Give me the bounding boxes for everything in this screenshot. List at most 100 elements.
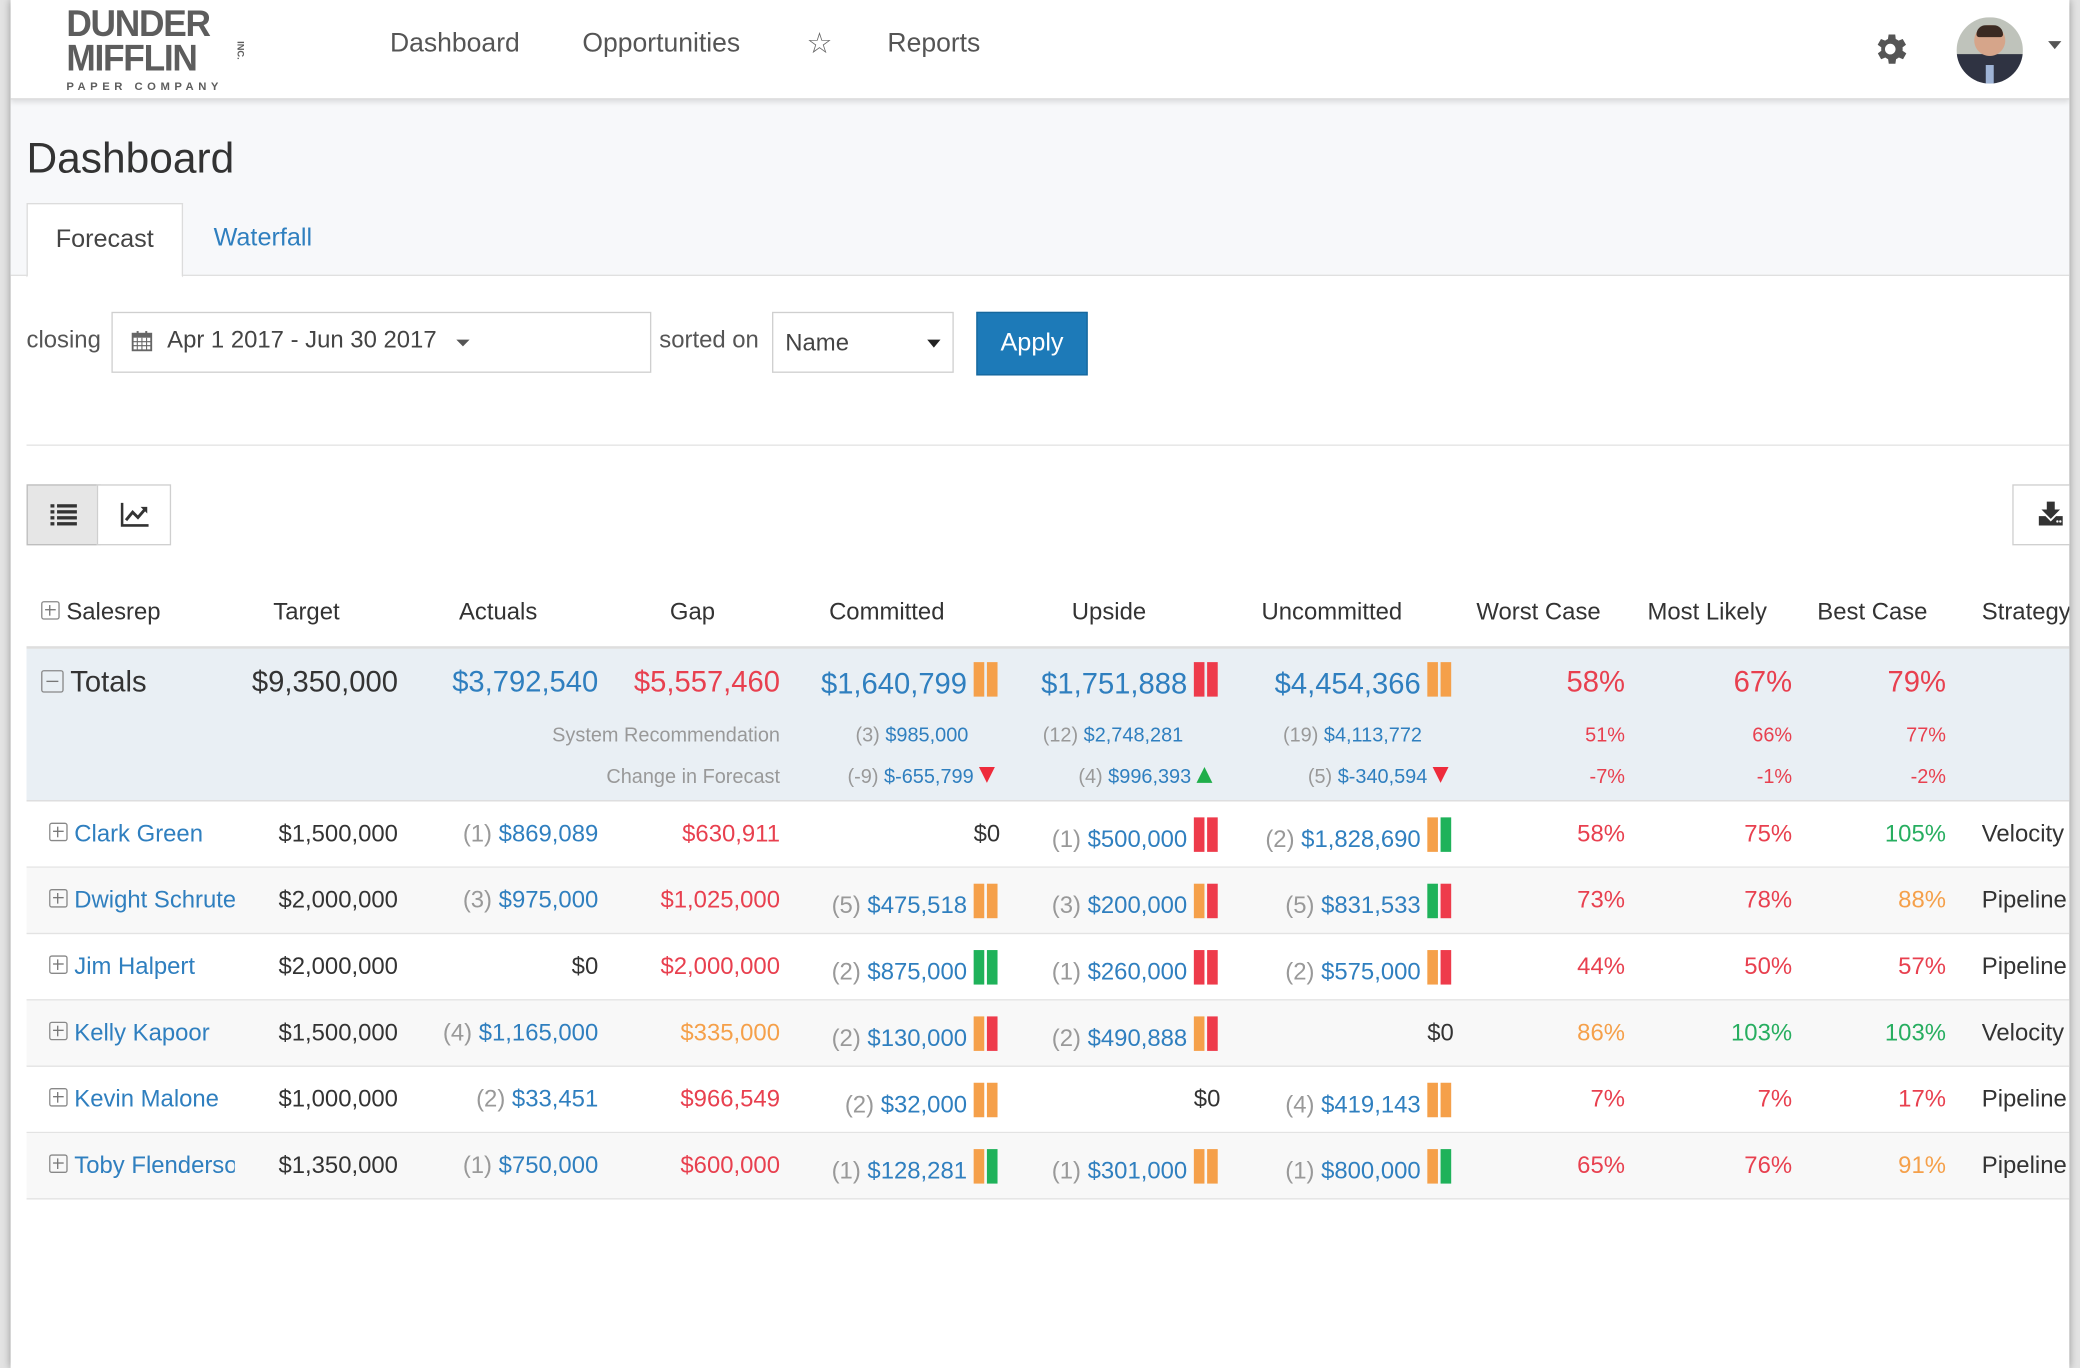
salesrep-name[interactable]: Clark Green <box>49 820 235 848</box>
actuals-cell[interactable]: (2) $33,451 <box>476 1085 598 1113</box>
change-likely: -1% <box>1756 765 1793 789</box>
actuals-cell[interactable]: (1) $750,000 <box>463 1152 598 1180</box>
user-menu-caret-icon[interactable] <box>2048 41 2062 50</box>
salesrep-name[interactable]: Jim Halpert <box>49 953 235 981</box>
uncommitted-cell[interactable]: (2) $1,828,690 <box>1265 817 1454 861</box>
change-committed[interactable]: (-9) $-655,799 <box>848 766 995 788</box>
committed-cell[interactable]: (2) $130,000 <box>832 1016 1001 1060</box>
date-range-picker[interactable]: Apr 1 2017 - Jun 30 2017 <box>111 311 652 373</box>
worst-case-cell: 73% <box>1577 886 1625 913</box>
list-view-button[interactable] <box>26 484 101 546</box>
column-header-target[interactable]: Target <box>273 598 339 626</box>
committed-cell[interactable]: (1) $128,281 <box>832 1149 1001 1193</box>
download-button[interactable] <box>2012 484 2070 546</box>
column-header-gap[interactable]: Gap <box>670 598 715 626</box>
sysrec-upside[interactable]: (12) $2,748,281 <box>1043 724 1184 747</box>
count: (4) <box>1078 765 1103 789</box>
upside-cell[interactable]: (1) $260,000 <box>1052 950 1221 994</box>
expand-row-icon[interactable] <box>49 955 68 975</box>
actuals-cell[interactable]: (3) $975,000 <box>463 886 598 914</box>
sysrec-best: 77% <box>1906 724 1946 748</box>
committed-cell[interactable]: (2) $32,000 <box>844 1082 1000 1126</box>
totals-upside[interactable]: $1,751,888 <box>1041 662 1220 707</box>
committed-cell[interactable]: $0 <box>974 820 1001 848</box>
column-header-worst-case[interactable]: Worst Case <box>1476 598 1600 626</box>
chart-view-button[interactable] <box>96 484 172 546</box>
change-in-forecast-label: Change in Forecast <box>606 765 780 789</box>
change-upside[interactable]: (4) $996,393 <box>1078 765 1213 789</box>
target-cell: $2,000,000 <box>278 952 398 980</box>
nav-dashboard[interactable]: Dashboard <box>390 29 520 60</box>
target-cell: $1,500,000 <box>278 1019 398 1046</box>
committed-cell[interactable]: (5) $475,518 <box>832 883 1001 927</box>
star-outline-icon[interactable]: ☆ <box>807 27 833 61</box>
avatar[interactable] <box>1956 17 2023 84</box>
best-case-cell: 57% <box>1898 952 1946 980</box>
company-logo[interactable]: DUNDER MIFFLIN PAPER COMPANY INC. <box>66 5 252 95</box>
status-bar-red <box>1440 950 1452 985</box>
count: (2) <box>844 1091 875 1118</box>
collapse-icon[interactable] <box>41 669 64 693</box>
upside-cell[interactable]: (3) $200,000 <box>1052 883 1221 927</box>
nav-opportunities[interactable]: Opportunities <box>582 29 740 60</box>
strategy-cell: Pipeline <box>1981 1085 2067 1112</box>
sysrec-uncommitted[interactable]: (19) $4,113,772 <box>1283 724 1422 747</box>
value: $975,000 <box>498 886 599 913</box>
actuals-cell[interactable]: (4) $1,165,000 <box>443 1019 598 1047</box>
salesrep-name-text: Kelly Kapoor <box>74 1019 210 1046</box>
upside-cell[interactable]: (1) $301,000 <box>1051 1149 1221 1193</box>
column-header-actuals[interactable]: Actuals <box>459 598 537 626</box>
expand-row-icon[interactable] <box>49 1088 68 1107</box>
status-bar-red <box>1207 1016 1218 1051</box>
expand-row-icon[interactable] <box>49 823 68 842</box>
status-bar-orange <box>986 883 998 919</box>
salesrep-name[interactable]: Dwight Schrute <box>49 886 235 914</box>
totals-worst-case: 58% <box>1566 664 1625 698</box>
totals-best-case: 79% <box>1887 664 1946 698</box>
status-bar-orange <box>986 1082 998 1118</box>
committed-cell[interactable]: (2) $875,000 <box>832 950 1001 994</box>
tab-waterfall[interactable]: Waterfall <box>186 203 340 275</box>
tab-forecast[interactable]: Forecast <box>26 203 184 278</box>
uncommitted-cell[interactable]: (5) $831,533 <box>1285 883 1454 927</box>
apply-button[interactable]: Apply <box>976 311 1088 376</box>
target-cell: $2,000,000 <box>278 886 398 913</box>
column-header-most-likely[interactable]: Most Likely <box>1648 598 1767 626</box>
sysrec-committed[interactable]: (3) $985,000 <box>855 724 968 747</box>
salesrep-name[interactable]: Kelly Kapoor <box>49 1019 235 1047</box>
totals-committed[interactable]: $1,640,799 <box>821 662 1000 707</box>
status-bar-orange <box>973 883 985 919</box>
upside-cell[interactable]: (1) $500,000 <box>1052 817 1221 861</box>
uncommitted-cell[interactable]: (4) $419,143 <box>1285 1082 1454 1126</box>
upside-cell[interactable]: (2) $490,888 <box>1052 1016 1221 1060</box>
expand-all-icon[interactable] <box>41 601 60 620</box>
system-recommendation-label: System Recommendation <box>552 724 780 748</box>
upside-cell[interactable]: $0 <box>1194 1085 1221 1113</box>
sort-select[interactable]: Name <box>772 311 954 373</box>
uncommitted-cell[interactable]: $0 <box>1427 1019 1454 1047</box>
worst-case-cell: 44% <box>1577 952 1625 980</box>
totals-actuals[interactable]: $3,792,540 <box>452 665 598 699</box>
count: (5) <box>1285 892 1315 919</box>
totals-uncommitted[interactable]: $4,454,366 <box>1275 662 1454 707</box>
gear-icon[interactable] <box>1870 29 1910 69</box>
uncommitted-cell[interactable]: (1) $800,000 <box>1285 1149 1454 1193</box>
column-header-strategy[interactable]: Strategy <box>1982 598 2070 626</box>
uncommitted-cell[interactable]: (2) $575,000 <box>1285 950 1454 994</box>
column-header-committed[interactable]: Committed <box>829 598 944 626</box>
totals-label[interactable]: Totals <box>41 665 147 699</box>
change-uncommitted[interactable]: (5) $-340,594 <box>1308 766 1449 788</box>
expand-row-icon[interactable] <box>49 1154 68 1174</box>
salesrep-name[interactable]: Kevin Malone <box>49 1085 235 1113</box>
expand-row-icon[interactable] <box>49 889 68 908</box>
column-header-uncommitted[interactable]: Uncommitted <box>1262 598 1403 626</box>
column-header-best-case[interactable]: Best Case <box>1817 598 1927 626</box>
actuals-cell[interactable]: (1) $869,089 <box>463 820 598 848</box>
column-header-salesrep[interactable]: Salesrep <box>41 598 161 626</box>
salesrep-name[interactable]: Toby Flenderson <box>49 1152 235 1180</box>
count: (1) <box>1051 1157 1081 1184</box>
nav-reports[interactable]: Reports <box>887 29 980 60</box>
expand-row-icon[interactable] <box>49 1022 68 1041</box>
actuals-cell[interactable]: $0 <box>572 953 599 981</box>
column-header-upside[interactable]: Upside <box>1072 598 1146 626</box>
